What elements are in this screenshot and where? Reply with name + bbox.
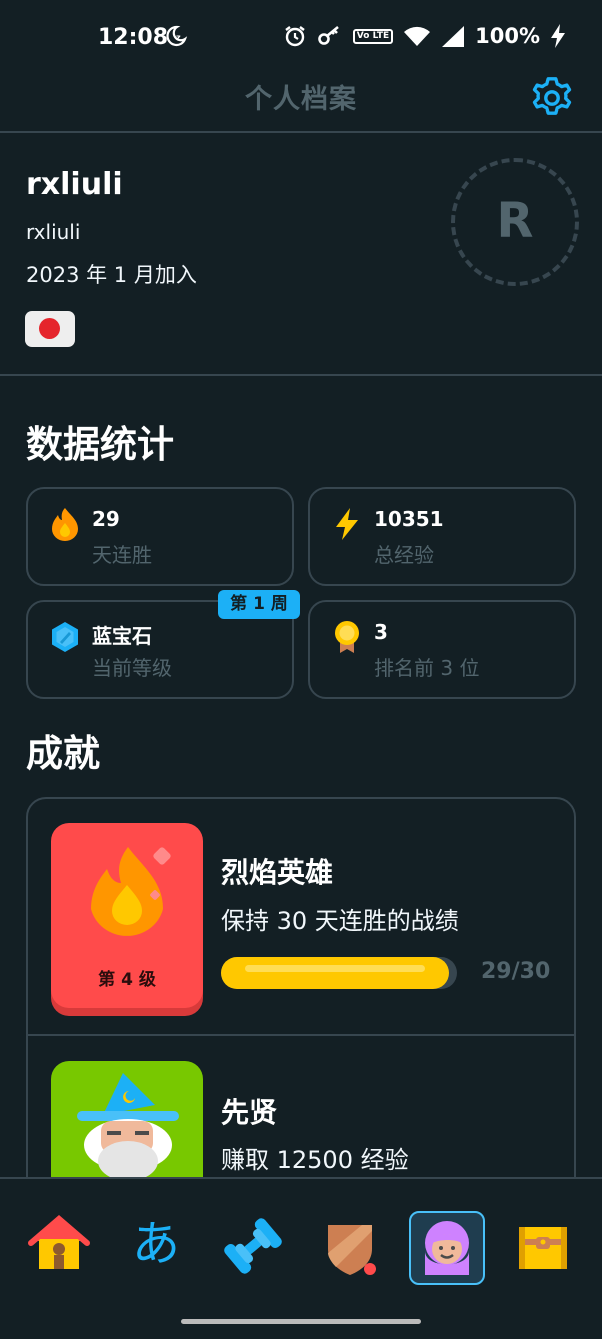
volte-icon: Vo LTE xyxy=(352,28,394,44)
nav-leagues[interactable] xyxy=(314,1211,386,1281)
profile-icon xyxy=(425,1221,469,1275)
league-value: 蓝宝石 xyxy=(92,624,152,648)
nav-practice[interactable] xyxy=(217,1211,289,1281)
achievement-description: 赚取 12500 经验 xyxy=(221,1146,409,1174)
progress-shine xyxy=(245,965,425,972)
alarm-icon xyxy=(285,26,305,47)
svg-text:z: z xyxy=(176,33,181,42)
japan-flag-icon[interactable] xyxy=(25,311,75,347)
achievement-item-wildfire[interactable]: 第 4 级 烈焰英雄 保持 30 天连胜的战绩 29/30 xyxy=(28,799,574,1036)
nav-shop[interactable] xyxy=(507,1211,579,1281)
stat-card-rank[interactable]: 3 排名前 3 位 xyxy=(308,600,576,699)
flag-sun xyxy=(39,318,60,339)
sapphire-icon xyxy=(52,622,78,652)
progress-fill xyxy=(221,957,449,989)
achievement-description: 保持 30 天连胜的战绩 xyxy=(221,907,459,935)
medal-icon xyxy=(335,621,359,653)
dumbbell-icon xyxy=(224,1218,282,1274)
avatar-initial: R xyxy=(496,193,534,249)
wildfire-badge: 第 4 级 xyxy=(51,823,203,1008)
battery-percent: 100% xyxy=(475,24,540,48)
achievement-progress-bar xyxy=(221,957,457,989)
achievements-list: 第 4 级 烈焰英雄 保持 30 天连胜的战绩 29/30 先贤 赚取 1250… xyxy=(26,797,576,1201)
profile-display-name: rxliuli xyxy=(26,167,123,202)
nav-profile[interactable] xyxy=(409,1211,485,1285)
treasure-chest-icon xyxy=(519,1227,567,1269)
fire-icon xyxy=(91,847,171,936)
xp-value: 10351 xyxy=(374,507,444,531)
stat-card-xp[interactable]: 10351 总经验 xyxy=(308,487,576,586)
charging-icon xyxy=(551,24,565,48)
do-not-disturb-icon: z xyxy=(166,25,188,47)
settings-gear-icon[interactable] xyxy=(529,75,575,121)
achievement-progress-text: 29/30 xyxy=(481,959,551,984)
status-bar: 12:08 z Vo LTE 100% xyxy=(0,0,602,75)
lightning-icon xyxy=(336,508,358,540)
nav-home[interactable] xyxy=(23,1211,95,1281)
bottom-nav: あ xyxy=(0,1177,602,1339)
profile-username: rxliuli xyxy=(26,220,81,244)
week-badge: 第 1 周 xyxy=(218,590,300,619)
profile-section: rxliuli rxliuli 2023 年 1 月加入 R xyxy=(0,133,602,376)
page-title: 个人档案 xyxy=(245,84,357,115)
stats-section-title: 数据统计 xyxy=(26,423,174,466)
rank-label: 排名前 3 位 xyxy=(374,656,480,680)
achievement-title: 烈焰英雄 xyxy=(221,856,334,889)
home-icon xyxy=(28,1215,90,1269)
xp-label: 总经验 xyxy=(374,543,434,567)
stat-card-streak[interactable]: 29 天连胜 xyxy=(26,487,294,586)
achievements-section-title: 成就 xyxy=(26,732,100,775)
top-bar: 个人档案 xyxy=(0,75,602,133)
characters-icon: あ xyxy=(131,1216,180,1272)
nav-characters[interactable]: あ xyxy=(120,1211,192,1281)
streak-label: 天连胜 xyxy=(92,543,152,567)
cell-signal-icon xyxy=(442,26,465,47)
wifi-icon xyxy=(404,26,431,46)
achievement-title: 先贤 xyxy=(221,1096,278,1129)
league-label: 当前等级 xyxy=(92,656,172,680)
home-indicator xyxy=(181,1319,421,1324)
streak-value: 29 xyxy=(92,507,120,531)
profile-joined-date: 2023 年 1 月加入 xyxy=(26,263,197,287)
shield-icon xyxy=(328,1225,376,1275)
rank-value: 3 xyxy=(374,620,388,644)
fire-icon xyxy=(52,508,78,541)
status-time: 12:08 xyxy=(98,25,169,50)
vpn-key-icon xyxy=(317,25,339,45)
badge-level: 第 4 级 xyxy=(98,970,156,990)
avatar[interactable]: R xyxy=(451,158,579,286)
